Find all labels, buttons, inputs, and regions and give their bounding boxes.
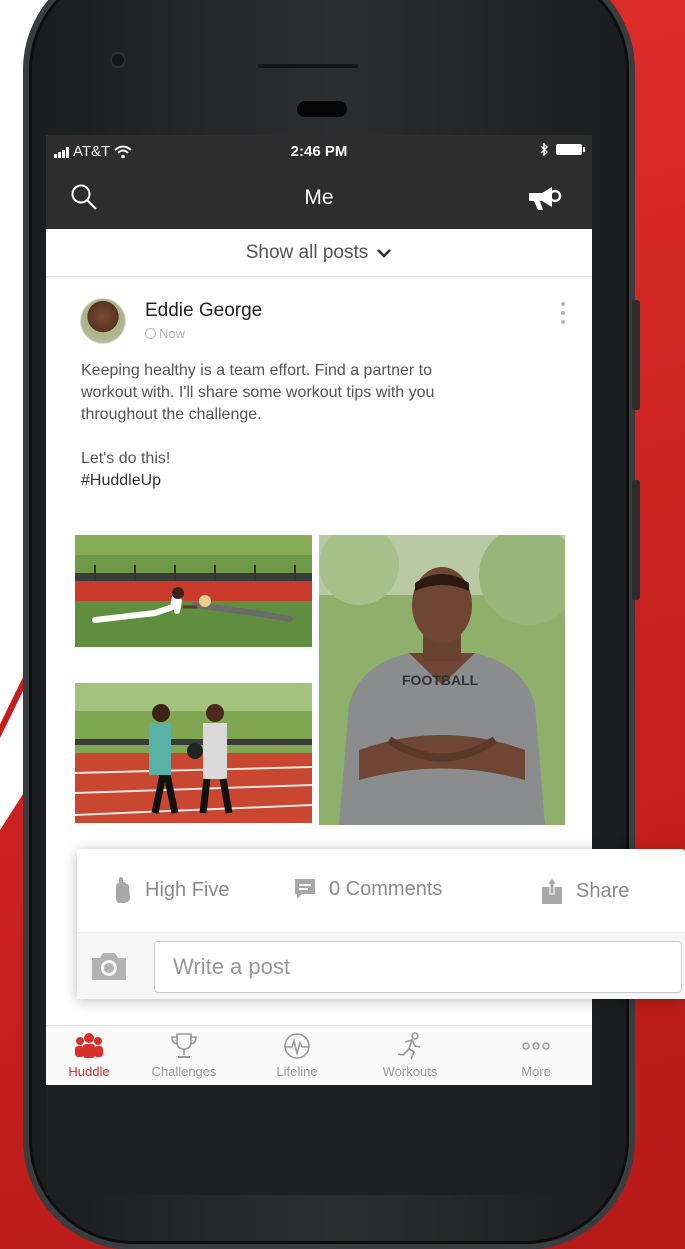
status-bar: AT&T 2:46 PM <box>46 135 592 167</box>
tab-bar: Huddle Challenges Lifeline Workouts More <box>46 1025 592 1085</box>
tab-label: Huddle <box>68 1064 110 1079</box>
camera-icon[interactable] <box>89 949 129 983</box>
tab-lifeline[interactable]: Lifeline <box>247 1032 347 1079</box>
photo-partner-plank[interactable] <box>75 535 312 647</box>
status-right <box>540 143 585 156</box>
composer <box>77 933 685 999</box>
tab-challenges[interactable]: Challenges <box>134 1032 234 1079</box>
more-icon <box>522 1042 550 1050</box>
chevron-down-icon <box>377 248 392 258</box>
share-icon <box>542 877 562 904</box>
phone-side-button <box>632 300 640 410</box>
post-author[interactable]: Eddie George <box>145 300 262 322</box>
page-title: Me <box>304 186 334 209</box>
phone-chin <box>46 1085 592 1195</box>
high-five-label: High Five <box>145 878 230 901</box>
share-label: Share <box>576 879 630 902</box>
show-posts-filter[interactable]: Show all posts <box>46 229 592 277</box>
photo-eddie-george-portrait[interactable]: FOOTBALL <box>319 535 565 825</box>
post-text-line: Keeping healthy is a team effort. Find a… <box>81 362 433 379</box>
battery-icon <box>556 144 585 155</box>
post-time-label: Now <box>159 326 186 341</box>
tab-workouts[interactable]: Workouts <box>360 1032 460 1079</box>
tab-label: More <box>521 1064 551 1079</box>
high-five-button[interactable]: High Five <box>113 877 229 903</box>
tab-label: Lifeline <box>276 1064 318 1079</box>
huddle-icon <box>75 1033 103 1058</box>
tab-more[interactable]: More <box>486 1032 586 1079</box>
post-timestamp: Now <box>145 326 185 341</box>
more-options-icon[interactable] <box>558 300 568 326</box>
comments-button[interactable]: 0 Comments <box>293 877 442 901</box>
share-button[interactable]: Share <box>540 877 629 905</box>
phone-earpiece <box>297 101 347 117</box>
nav-bar: Me <box>46 167 592 229</box>
front-camera <box>110 52 126 68</box>
svg-text:FOOTBALL: FOOTBALL <box>402 672 479 688</box>
bluetooth-icon <box>540 143 548 156</box>
phone-speaker-grille <box>258 64 358 68</box>
avatar[interactable] <box>80 298 126 344</box>
runner-icon <box>397 1032 421 1060</box>
post-closing: Let's do this! <box>81 450 171 467</box>
post-body: Keeping healthy is a team effort. Find a… <box>81 360 551 492</box>
phone-side-button <box>632 480 640 600</box>
filter-label: Show all posts <box>245 241 369 263</box>
post-actions-row: High Five 0 Comments Share <box>77 849 685 933</box>
status-time: 2:46 PM <box>290 143 348 160</box>
write-post-input[interactable] <box>154 941 682 993</box>
clock-icon <box>145 328 156 339</box>
heartbeat-icon <box>284 1033 310 1059</box>
trophy-icon <box>171 1033 197 1058</box>
post-actions-card: High Five 0 Comments Share <box>77 849 685 999</box>
tab-huddle[interactable]: Huddle <box>46 1032 139 1079</box>
tab-label: Workouts <box>382 1064 438 1079</box>
megaphone-icon[interactable] <box>526 181 562 213</box>
post-text-line: throughout the challenge. <box>81 406 262 423</box>
comment-icon <box>295 879 315 899</box>
photo-coach-workout[interactable] <box>75 683 312 823</box>
hand-icon <box>116 877 130 903</box>
post-hashtag[interactable]: #HuddleUp <box>81 470 551 492</box>
post-text-line: workout with. I'll share some workout ti… <box>81 384 435 401</box>
tab-label: Challenges <box>151 1064 217 1079</box>
comments-label: 0 Comments <box>329 877 443 900</box>
